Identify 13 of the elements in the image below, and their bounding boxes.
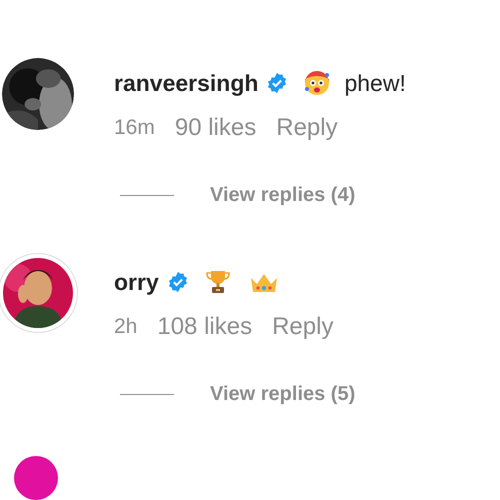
emoji-face-icon <box>304 70 330 96</box>
comment-time: 2h <box>114 315 138 339</box>
view-replies-button[interactable]: View replies (4) <box>210 184 356 207</box>
username[interactable]: ranveersingh <box>114 70 258 96</box>
reply-button[interactable]: Reply <box>272 313 334 341</box>
comment-text: phew! <box>344 70 406 96</box>
view-replies-button[interactable]: View replies (5) <box>210 383 356 406</box>
reply-button[interactable]: Reply <box>276 114 338 142</box>
comment-time: 16m <box>114 116 155 140</box>
likes-count[interactable]: 108 likes <box>157 313 252 341</box>
username[interactable]: orry <box>114 268 159 296</box>
trophy-icon <box>204 269 231 295</box>
likes-count[interactable]: 90 likes <box>174 114 256 142</box>
